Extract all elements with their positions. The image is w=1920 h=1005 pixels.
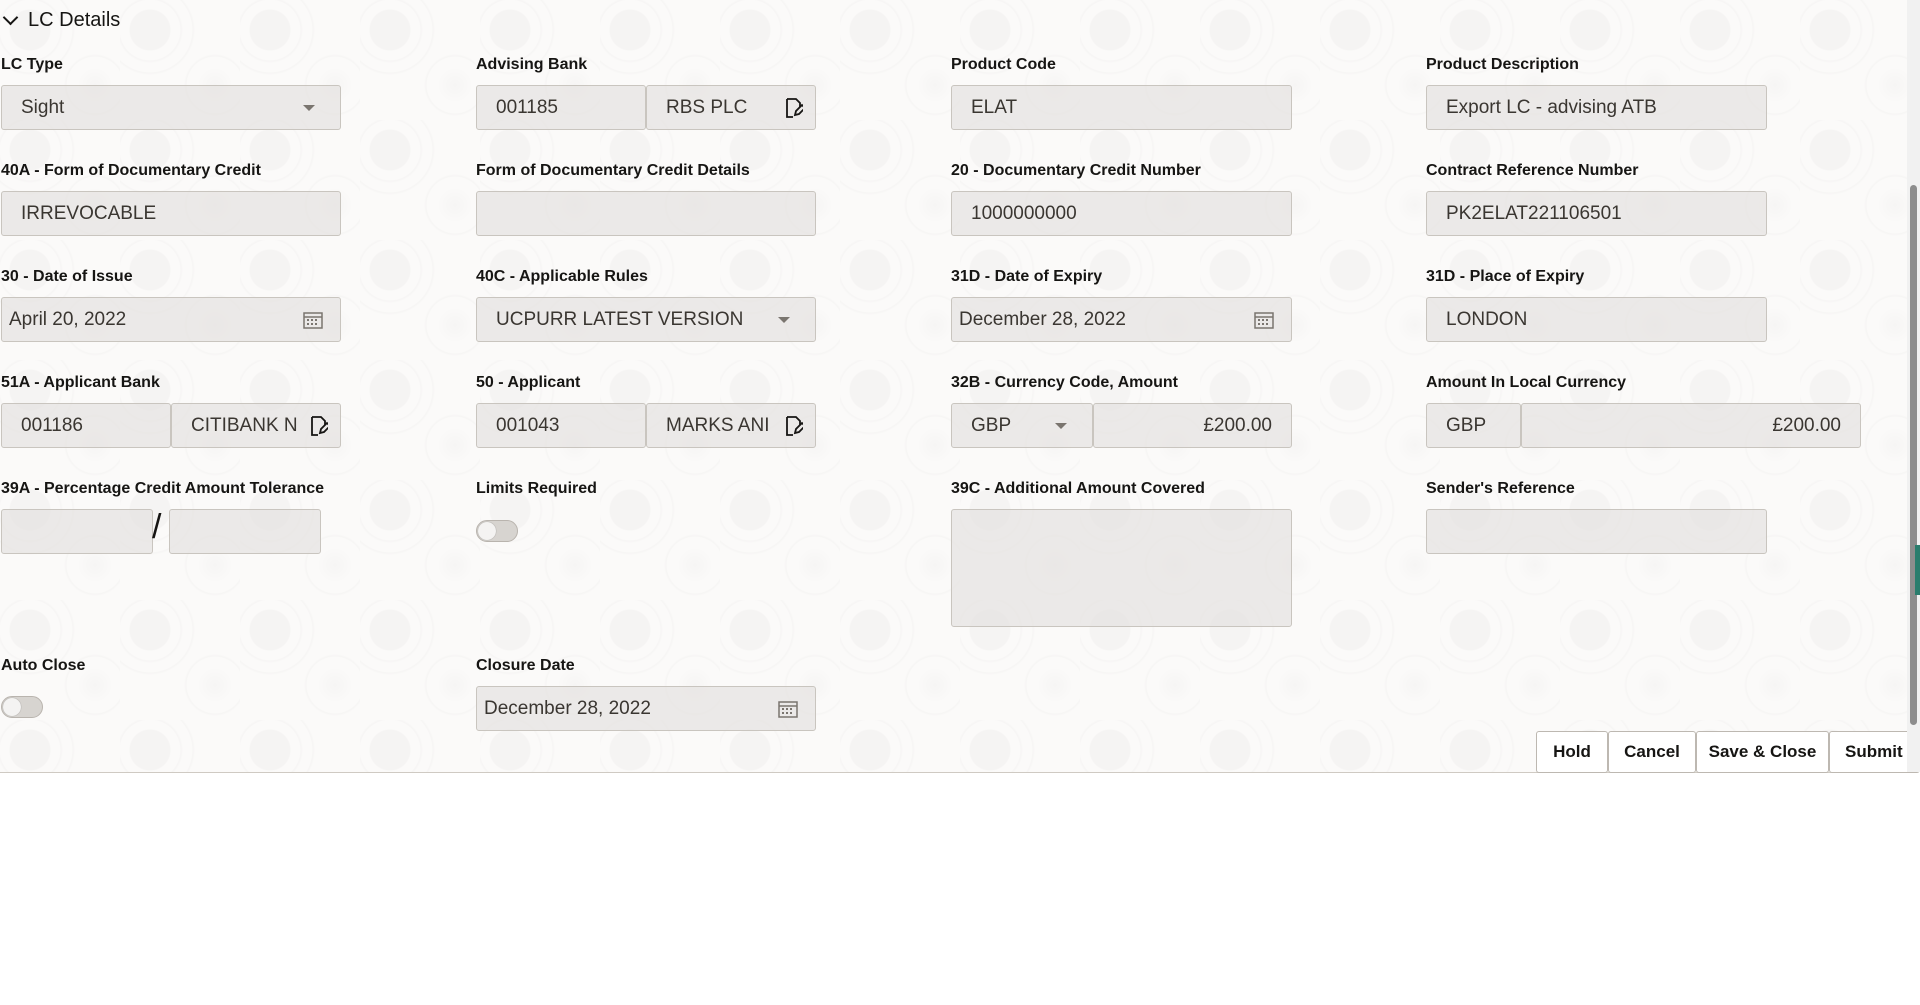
auto-close-toggle[interactable] <box>1 696 43 718</box>
senders-reference-input[interactable] <box>1426 509 1767 554</box>
applicable-rules-select[interactable]: UCPURR LATEST VERSION <box>476 297 816 342</box>
applicant-bank-code-value: 001186 <box>21 415 151 437</box>
side-tab-edge <box>1915 545 1920 595</box>
credit-number-value: 1000000000 <box>971 203 1272 225</box>
advising-bank-name-input[interactable]: RBS PLC <box>646 85 816 130</box>
date-of-issue-label: 30 - Date of Issue <box>1 268 133 286</box>
lc-details-section-header[interactable]: LC Details <box>0 5 120 35</box>
local-amount-label: Amount In Local Currency <box>1426 374 1626 392</box>
advising-bank-label: Advising Bank <box>476 56 587 74</box>
form-of-credit-value: IRREVOCABLE <box>21 203 321 225</box>
amount-input[interactable]: £200.00 <box>1093 403 1292 448</box>
hold-button[interactable]: Hold <box>1536 731 1608 773</box>
applicant-name-value: MARKS ANI <box>666 415 785 437</box>
date-of-issue-value: April 20, 2022 <box>9 309 303 331</box>
vertical-scrollbar[interactable] <box>1907 0 1920 772</box>
local-currency-input[interactable]: GBP <box>1426 403 1521 448</box>
calendar-icon[interactable] <box>1254 311 1274 329</box>
edit-lookup-icon[interactable] <box>310 416 328 436</box>
date-of-expiry-input[interactable]: December 28, 2022 <box>951 297 1292 342</box>
product-code-value: ELAT <box>971 97 1272 119</box>
applicant-name-input[interactable]: MARKS ANI <box>646 403 816 448</box>
save-close-button[interactable]: Save & Close <box>1696 731 1829 773</box>
applicant-label: 50 - Applicant <box>476 374 580 392</box>
advising-bank-code-input[interactable]: 001185 <box>476 85 646 130</box>
section-title: LC Details <box>28 9 120 32</box>
form-of-credit-label: 40A - Form of Documentary Credit <box>1 162 261 180</box>
place-of-expiry-input[interactable]: LONDON <box>1426 297 1767 342</box>
place-of-expiry-label: 31D - Place of Expiry <box>1426 268 1584 286</box>
applicable-rules-value: UCPURR LATEST VERSION <box>496 309 770 331</box>
lc-details-panel: LC Details LC Type Sight Advising Bank 0… <box>0 0 1907 773</box>
tolerance-label: 39A - Percentage Credit Amount Tolerance <box>1 480 324 498</box>
product-description-input[interactable]: Export LC - advising ATB <box>1426 85 1767 130</box>
form-of-credit-input[interactable]: IRREVOCABLE <box>1 191 341 236</box>
auto-close-label: Auto Close <box>1 657 85 675</box>
applicant-bank-label: 51A - Applicant Bank <box>1 374 160 392</box>
local-currency-value: GBP <box>1446 415 1501 437</box>
currency-code-select[interactable]: GBP <box>951 403 1093 448</box>
senders-reference-label: Sender's Reference <box>1426 480 1575 498</box>
applicant-bank-code-input[interactable]: 001186 <box>1 403 171 448</box>
product-description-value: Export LC - advising ATB <box>1446 97 1747 119</box>
cancel-button[interactable]: Cancel <box>1608 731 1696 773</box>
additional-amount-textarea[interactable] <box>951 509 1292 627</box>
tolerance-plus-input[interactable] <box>1 509 153 554</box>
closure-date-input[interactable]: December 28, 2022 <box>476 686 816 731</box>
lc-type-select[interactable]: Sight <box>1 85 341 130</box>
date-of-expiry-value: December 28, 2022 <box>959 309 1254 331</box>
date-of-issue-input[interactable]: April 20, 2022 <box>1 297 341 342</box>
closure-date-label: Closure Date <box>476 657 575 675</box>
advising-bank-name-value: RBS PLC <box>666 97 785 119</box>
local-amount-value: £200.00 <box>1772 415 1841 437</box>
advising-bank-code-value: 001185 <box>496 97 626 119</box>
calendar-icon[interactable] <box>778 700 798 718</box>
applicant-code-value: 001043 <box>496 415 626 437</box>
chevron-down-icon[interactable] <box>3 9 19 25</box>
product-description-label: Product Description <box>1426 56 1579 74</box>
contract-reference-label: Contract Reference Number <box>1426 162 1639 180</box>
caret-down-icon[interactable] <box>303 105 315 111</box>
applicant-bank-name-input[interactable]: CITIBANK N <box>171 403 341 448</box>
local-amount-input[interactable]: £200.00 <box>1521 403 1861 448</box>
date-of-expiry-label: 31D - Date of Expiry <box>951 268 1102 286</box>
edit-lookup-icon[interactable] <box>785 416 803 436</box>
contract-reference-value: PK2ELAT221106501 <box>1446 203 1747 225</box>
caret-down-icon[interactable] <box>1055 423 1067 429</box>
product-code-input[interactable]: ELAT <box>951 85 1292 130</box>
lc-type-value: Sight <box>21 97 295 119</box>
edit-lookup-icon[interactable] <box>785 98 803 118</box>
scrollbar-thumb[interactable] <box>1910 185 1917 725</box>
credit-number-label: 20 - Documentary Credit Number <box>951 162 1201 180</box>
amount-value: £200.00 <box>1203 415 1272 437</box>
place-of-expiry-value: LONDON <box>1446 309 1747 331</box>
product-code-label: Product Code <box>951 56 1056 74</box>
applicable-rules-label: 40C - Applicable Rules <box>476 268 648 286</box>
applicant-bank-name-value: CITIBANK N <box>191 415 310 437</box>
currency-code-value: GBP <box>971 415 1047 437</box>
credit-number-input[interactable]: 1000000000 <box>951 191 1292 236</box>
calendar-icon[interactable] <box>303 311 323 329</box>
limits-required-toggle[interactable] <box>476 520 518 542</box>
tolerance-separator: / <box>152 508 161 547</box>
form-of-credit-details-label: Form of Documentary Credit Details <box>476 162 750 180</box>
applicant-code-input[interactable]: 001043 <box>476 403 646 448</box>
caret-down-icon[interactable] <box>778 317 790 323</box>
tolerance-minus-input[interactable] <box>169 509 321 554</box>
contract-reference-input[interactable]: PK2ELAT221106501 <box>1426 191 1767 236</box>
closure-date-value: December 28, 2022 <box>484 698 778 720</box>
lc-type-label: LC Type <box>1 56 63 74</box>
currency-amount-label: 32B - Currency Code, Amount <box>951 374 1178 392</box>
additional-amount-label: 39C - Additional Amount Covered <box>951 480 1205 498</box>
form-of-credit-details-input[interactable] <box>476 191 816 236</box>
limits-required-label: Limits Required <box>476 480 597 498</box>
